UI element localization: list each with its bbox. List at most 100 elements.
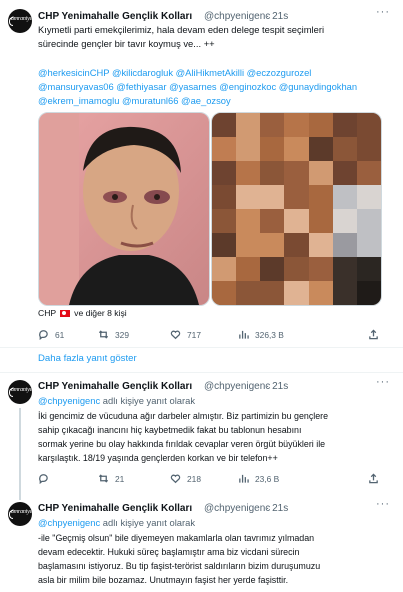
blur-pixel	[284, 257, 310, 282]
blur-pixel	[260, 161, 286, 186]
mention-line[interactable]: @herkesicinCHP @kilicdarogluk @AliHikmet…	[38, 66, 357, 80]
reply-to-handle[interactable]: @chpyenigenc	[38, 395, 100, 406]
author-handle[interactable]: @chpyenigenc	[204, 503, 270, 514]
timestamp[interactable]: · 21s	[266, 381, 288, 392]
blur-pixel	[284, 185, 310, 210]
tweet-text-line: başlamasını istiyoruz. Bu tip faşist-ter…	[38, 561, 321, 571]
blur-pixel	[236, 233, 262, 258]
reply-to-label: adlı kişiye yanıt olarak	[102, 517, 196, 528]
blur-pixel	[260, 257, 286, 282]
share-button[interactable]	[368, 329, 379, 340]
reply-to-label: adlı kişiye yanıt olarak	[102, 395, 196, 406]
tagged-name[interactable]: CHP	[38, 308, 56, 318]
share-button[interactable]	[368, 473, 379, 484]
more-icon[interactable]: ···	[376, 498, 390, 510]
author-handle[interactable]: @chpyenigenc	[204, 11, 270, 22]
tagged-others[interactable]: ve diğer 8 kişi	[74, 308, 127, 318]
blur-pixel	[236, 281, 262, 305]
blur-pixel	[332, 233, 358, 258]
tweet-text-line: asla bir milim bile bozamaz. Unutmayın f…	[38, 575, 289, 585]
more-icon[interactable]: ···	[376, 376, 390, 388]
blur-pixel	[308, 257, 334, 282]
reply-button[interactable]	[38, 473, 55, 484]
blur-pixel	[332, 185, 358, 210]
blur-pixel	[308, 233, 334, 258]
blur-pixel	[236, 137, 262, 162]
blur-pixel	[332, 161, 358, 186]
blurred-photo	[212, 113, 381, 305]
author-handle[interactable]: @chpyenigenc	[204, 381, 270, 392]
tweet-text: Kıymetli parti emekçilerimiz, hala devam…	[38, 23, 324, 51]
blur-pixel	[212, 257, 238, 282]
blur-pixel	[308, 137, 334, 162]
divider	[0, 347, 403, 348]
blur-pixel	[236, 209, 262, 234]
blur-pixel	[284, 137, 310, 162]
retweet-icon	[98, 474, 109, 483]
blur-pixel	[236, 257, 262, 282]
like-button[interactable]: 218	[170, 473, 201, 484]
reply-to-handle[interactable]: @chpyenigenc	[38, 517, 100, 528]
blur-pixel	[212, 281, 238, 305]
timestamp[interactable]: · 21s	[266, 11, 288, 22]
avatar[interactable]: ümraniye	[8, 380, 32, 404]
blur-pixel	[284, 209, 310, 234]
show-more-replies-link[interactable]: Daha fazla yanıt göster	[38, 353, 137, 364]
views-button[interactable]: 23,6 B	[238, 473, 279, 484]
blur-pixel	[212, 185, 238, 210]
blur-pixel	[212, 161, 238, 186]
tweet-text: -ile "Geçmiş olsun" bile diyemeyen makam…	[38, 531, 320, 587]
mention-line[interactable]: @mansuryavas06 @fethiyasar @yasarnes @en…	[38, 80, 357, 94]
tweet-actions: 21 218 23,6 B	[38, 473, 383, 487]
reply-context: @chpyenigenc adlı kişiye yanıt olarak	[38, 517, 195, 528]
mention-line[interactable]: @ekrem_imamoglu @muratunl66 @ae_ozsoy	[38, 94, 357, 108]
blur-pixel	[356, 113, 381, 138]
blur-pixel	[356, 161, 381, 186]
blur-pixel	[332, 281, 358, 305]
blur-pixel	[260, 209, 286, 234]
tweet-photo-right[interactable]	[211, 112, 382, 306]
avatar[interactable]: ümraniye	[8, 502, 32, 526]
views-button[interactable]: 326,3 B	[238, 329, 284, 340]
author-name[interactable]: CHP Yenimahalle Gençlik Kolları	[38, 503, 192, 514]
blur-pixel	[284, 281, 310, 305]
like-count: 218	[187, 473, 201, 484]
retweet-button[interactable]: 329	[98, 329, 129, 340]
blur-pixel	[332, 113, 358, 138]
mention-list[interactable]: @herkesicinCHP @kilicdarogluk @AliHikmet…	[38, 66, 357, 108]
retweet-count: 329	[115, 329, 129, 340]
avatar[interactable]: ümraniye	[8, 9, 32, 33]
reply-button[interactable]: 61	[38, 329, 64, 340]
author-name[interactable]: CHP Yenimahalle Gençlik Kolları	[38, 11, 192, 22]
blur-pixel	[308, 281, 334, 305]
retweet-button[interactable]: 21	[98, 473, 124, 484]
like-icon	[170, 474, 181, 484]
tweet-text-line: karşılaştık. 18/19 yaşında gençlerden ko…	[38, 453, 278, 463]
views-icon	[239, 474, 249, 483]
injured-face-photo	[39, 113, 209, 305]
blur-pixel	[260, 113, 286, 138]
blur-pixel	[356, 233, 381, 258]
blur-pixel	[260, 137, 286, 162]
blur-pixel	[236, 161, 262, 186]
blur-pixel	[212, 233, 238, 258]
reply-icon	[39, 474, 48, 484]
share-icon	[369, 473, 378, 484]
tweet-photo-left[interactable]	[38, 112, 210, 306]
blur-pixel	[284, 233, 310, 258]
reply-count: 61	[55, 329, 65, 340]
more-icon[interactable]: ···	[376, 6, 390, 18]
tweet-text-line: -ile "Geçmiş olsun" bile diyemeyen makam…	[38, 533, 315, 543]
blur-pixel	[308, 113, 334, 138]
reply-context: @chpyenigenc adlı kişiye yanıt olarak	[38, 395, 195, 406]
timestamp[interactable]: · 21s	[266, 503, 288, 514]
like-button[interactable]: 717	[170, 329, 201, 340]
share-icon	[369, 329, 378, 340]
blur-pixel	[356, 281, 381, 305]
author-name[interactable]: CHP Yenimahalle Gençlik Kolları	[38, 381, 192, 392]
like-icon	[170, 330, 181, 340]
tweet-text-line: sürecinde gençler bir tavır koymuş ve...…	[38, 38, 215, 49]
tagged-people[interactable]: CHP ve diğer 8 kişi	[38, 308, 127, 318]
blur-pixel	[260, 281, 286, 305]
blur-pixel	[308, 161, 334, 186]
